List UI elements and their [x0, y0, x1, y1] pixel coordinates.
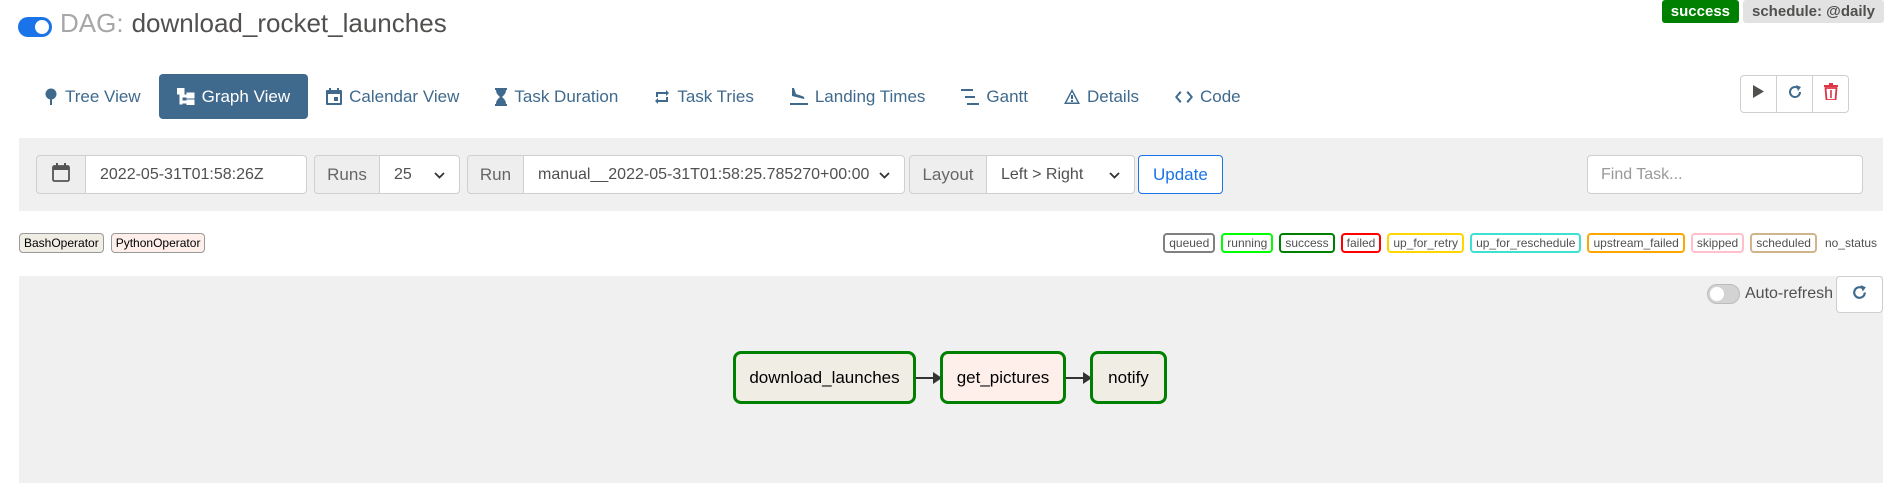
task-node[interactable]: notify	[1090, 351, 1167, 404]
graph-refresh-button[interactable]	[1836, 276, 1883, 313]
auto-refresh-control: Auto-refresh	[1707, 284, 1833, 304]
tab-task-tries[interactable]: Task Tries	[636, 74, 772, 119]
tab-gantt[interactable]: Gantt	[943, 74, 1046, 119]
dag-header: DAG: download_rocket_launches	[18, 8, 447, 39]
graph-edge	[916, 372, 942, 384]
legend-upstream-failed[interactable]: upstream_failed	[1587, 233, 1685, 253]
base-date-input[interactable]: 2022-05-31T01:58:26Z	[85, 155, 307, 194]
graph-filter-bar: 2022-05-31T01:58:26Z Runs 25 Run manual_…	[19, 138, 1883, 211]
legend-skipped[interactable]: skipped	[1690, 233, 1745, 253]
calendar-icon	[52, 162, 70, 187]
tab-details[interactable]: Details	[1046, 74, 1157, 119]
base-date-group: 2022-05-31T01:58:26Z	[36, 155, 307, 194]
hourglass-icon	[495, 87, 508, 106]
runs-label: Runs	[314, 155, 380, 194]
legend-queued[interactable]: queued	[1163, 233, 1216, 253]
status-badge: success	[1661, 0, 1739, 23]
retry-arrows-icon	[654, 89, 670, 105]
tab-label: Tree View	[65, 86, 141, 106]
legend-no-status[interactable]: no_status	[1823, 235, 1879, 251]
task-node-label: download_launches	[749, 367, 900, 387]
tab-calendar-view[interactable]: Calendar View	[308, 74, 477, 119]
gantt-icon	[961, 88, 980, 105]
tab-graph-view[interactable]: Graph View	[158, 74, 309, 119]
update-button[interactable]: Update	[1138, 155, 1223, 194]
legend-bash-operator: BashOperator	[19, 233, 104, 253]
layout-group: Layout Left > Right	[909, 155, 1135, 194]
auto-refresh-label: Auto-refresh	[1745, 285, 1834, 302]
code-icon	[1174, 90, 1193, 104]
calendar-icon	[326, 88, 343, 105]
dag-actions	[1740, 75, 1849, 113]
task-node-label: notify	[1108, 367, 1149, 387]
chevron-down-icon	[434, 166, 445, 184]
view-tabs: Tree View Graph View Calendar View Task …	[26, 74, 1259, 119]
legend-failed[interactable]: failed	[1340, 233, 1382, 253]
legend-python-operator: PythonOperator	[110, 233, 206, 253]
warning-triangle-icon	[1064, 89, 1081, 104]
tab-label: Graph View	[201, 86, 291, 106]
graph-icon	[176, 88, 195, 105]
refresh-icon	[1851, 284, 1868, 306]
dag-prefix: DAG:	[60, 8, 124, 38]
state-legend: queued running success failed up_for_ret…	[1163, 233, 1879, 253]
find-task-input[interactable]	[1587, 155, 1863, 194]
delete-dag-button[interactable]	[1812, 75, 1849, 113]
layout-value: Left > Right	[1001, 165, 1084, 183]
graph-edge	[1066, 372, 1092, 384]
legend-success[interactable]: success	[1279, 233, 1335, 253]
run-label: Run	[467, 155, 524, 194]
dag-pause-toggle[interactable]	[18, 16, 52, 37]
tab-label: Landing Times	[814, 86, 926, 106]
tab-label: Gantt	[986, 86, 1029, 106]
dag-graph-canvas[interactable]: Auto-refresh download_launches get_pictu…	[19, 276, 1883, 483]
tab-code[interactable]: Code	[1157, 74, 1259, 119]
layout-select[interactable]: Left > Right	[986, 155, 1135, 194]
runs-group: Runs 25	[314, 155, 460, 194]
date-picker-button[interactable]	[36, 155, 86, 194]
task-node-label: get_pictures	[956, 367, 1050, 387]
legend-scheduled[interactable]: scheduled	[1750, 233, 1817, 253]
tab-label: Task Duration	[514, 86, 619, 106]
tab-label: Details	[1087, 86, 1139, 106]
layout-label: Layout	[909, 155, 987, 194]
run-group: Run manual__2022-05-31T01:58:25.785270+0…	[467, 155, 905, 194]
run-select[interactable]: manual__2022-05-31T01:58:25.785270+00:00	[523, 155, 905, 194]
tab-label: Code	[1199, 86, 1241, 106]
tab-task-duration[interactable]: Task Duration	[477, 74, 636, 119]
tab-landing-times[interactable]: Landing Times	[772, 74, 944, 119]
pin-icon	[44, 88, 58, 106]
plane-landing-icon	[789, 88, 808, 105]
legend-up-for-reschedule[interactable]: up_for_reschedule	[1470, 233, 1582, 253]
chevron-down-icon	[879, 166, 890, 184]
runs-value: 25	[394, 165, 412, 183]
task-node[interactable]: get_pictures	[940, 351, 1066, 404]
tab-label: Calendar View	[349, 86, 460, 106]
chevron-down-icon	[1109, 166, 1120, 184]
refresh-icon	[1787, 84, 1803, 105]
run-value: manual__2022-05-31T01:58:25.785270+00:00	[538, 165, 870, 183]
tab-tree-view[interactable]: Tree View	[26, 74, 159, 119]
play-icon	[1753, 85, 1764, 103]
dag-badges: success schedule: @daily	[1661, 0, 1884, 23]
runs-select[interactable]: 25	[379, 155, 460, 194]
task-node[interactable]: download_launches	[733, 351, 916, 404]
trash-icon	[1823, 83, 1838, 105]
tab-label: Task Tries	[677, 86, 754, 106]
dag-title: download_rocket_launches	[131, 8, 447, 38]
operator-legend: BashOperator PythonOperator	[19, 233, 206, 253]
refresh-dag-button[interactable]	[1776, 75, 1813, 113]
schedule-badge: schedule: @daily	[1743, 0, 1884, 23]
trigger-dag-button[interactable]	[1740, 75, 1777, 113]
legend-running[interactable]: running	[1221, 233, 1274, 253]
legend-up-for-retry[interactable]: up_for_retry	[1387, 233, 1465, 253]
auto-refresh-toggle[interactable]	[1707, 284, 1740, 304]
